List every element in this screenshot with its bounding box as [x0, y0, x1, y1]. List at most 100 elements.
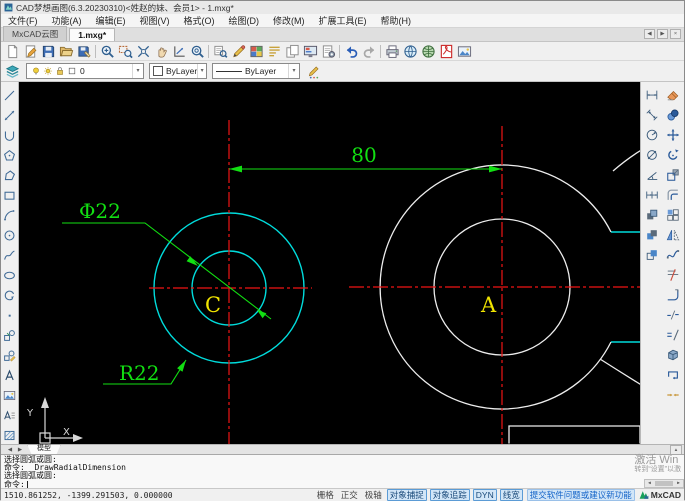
menu-item-5[interactable]: 格式(O): [177, 14, 222, 27]
menu-item-8[interactable]: 扩展工具(E): [312, 14, 374, 27]
color-select[interactable]: ByLayer ▾: [149, 63, 207, 79]
draw-polygon-icon[interactable]: [1, 145, 18, 165]
edit-spline-icon[interactable]: [664, 245, 683, 265]
block-create-icon[interactable]: [1, 345, 18, 365]
status-toggle-5[interactable]: 对象追踪: [429, 489, 470, 501]
status-toggle-2[interactable]: 正交: [339, 490, 360, 500]
open-edit-icon[interactable]: [21, 43, 39, 60]
dim-baseline-icon[interactable]: [642, 225, 661, 245]
image-export-icon[interactable]: [455, 43, 473, 60]
dim-diameter-icon[interactable]: [642, 145, 661, 165]
erase-icon[interactable]: [664, 85, 683, 105]
draw-spline-icon[interactable]: [1, 245, 18, 265]
edit-pline-icon[interactable]: [664, 365, 683, 385]
find-icon[interactable]: [211, 43, 229, 60]
undo-icon[interactable]: [342, 43, 360, 60]
linetype-select[interactable]: ByLayer ▾: [212, 63, 300, 79]
redo-icon[interactable]: [360, 43, 378, 60]
tab-next-button[interactable]: ▶: [657, 29, 668, 39]
draw-ellipse-icon[interactable]: [1, 265, 18, 285]
publish-web-icon[interactable]: [401, 43, 419, 60]
layer-select[interactable]: 0 ▾: [26, 63, 144, 79]
doc-tab-1[interactable]: MxCAD云图: [3, 26, 68, 41]
layout-next-button[interactable]: ▶: [15, 447, 25, 453]
layers-stack-icon[interactable]: [3, 63, 21, 80]
draw-line-icon[interactable]: [1, 85, 18, 105]
draw-xline-icon[interactable]: [1, 105, 18, 125]
doc-settings-icon[interactable]: [319, 43, 337, 60]
draw-settings-icon[interactable]: [305, 63, 323, 80]
zoom-window-icon[interactable]: [116, 43, 134, 60]
draw-hatch-icon[interactable]: [1, 425, 18, 445]
new-file-icon[interactable]: [3, 43, 21, 60]
open-folder-icon[interactable]: [57, 43, 75, 60]
zoom-scale-icon[interactable]: [170, 43, 188, 60]
bulb-icon[interactable]: [30, 65, 41, 77]
extend-icon[interactable]: [664, 285, 683, 305]
dim-linear-icon[interactable]: [642, 85, 661, 105]
array-icon[interactable]: [664, 205, 683, 225]
scroll-up-button[interactable]: ▲: [670, 444, 682, 455]
status-toggle-3[interactable]: 极轴: [363, 490, 384, 500]
draw-mtext-icon[interactable]: [1, 405, 18, 425]
break-icon[interactable]: [664, 305, 683, 325]
dim-angular-icon[interactable]: [642, 165, 661, 185]
chevron-down-icon[interactable]: ▾: [132, 64, 143, 78]
scroll-right-icon[interactable]: ▶: [674, 481, 683, 486]
draw-text-icon[interactable]: [1, 365, 18, 385]
block-insert-icon[interactable]: [1, 325, 18, 345]
mirror-icon[interactable]: [664, 225, 683, 245]
save-icon[interactable]: [39, 43, 57, 60]
join-icon[interactable]: [664, 385, 683, 405]
box-3d-icon[interactable]: [664, 345, 683, 365]
draw-polyline-icon[interactable]: [1, 165, 18, 185]
move-icon[interactable]: [664, 125, 683, 145]
chevron-down-icon[interactable]: ▾: [288, 64, 299, 78]
save-as-icon[interactable]: [75, 43, 93, 60]
color-table-icon[interactable]: [247, 43, 265, 60]
trim-icon[interactable]: [664, 265, 683, 285]
copy-doc-icon[interactable]: [283, 43, 301, 60]
draw-arc-u-icon[interactable]: [1, 125, 18, 145]
tab-prev-button[interactable]: ◀: [644, 29, 655, 39]
draw-point-icon[interactable]: [1, 305, 18, 325]
scroll-left-icon[interactable]: ◀: [645, 481, 654, 486]
menu-item-4[interactable]: 视图(V): [133, 14, 177, 27]
scale-icon[interactable]: [664, 165, 683, 185]
chevron-down-icon[interactable]: ▾: [197, 64, 206, 78]
draw-rect-icon[interactable]: [1, 185, 18, 205]
lock-icon[interactable]: [54, 65, 65, 77]
chamfer-icon[interactable]: [664, 325, 683, 345]
publish-web-2-icon[interactable]: [419, 43, 437, 60]
rotate-icon[interactable]: [664, 145, 683, 165]
menu-item-9[interactable]: 帮助(H): [374, 14, 419, 27]
dim-aligned-icon[interactable]: [642, 105, 661, 125]
draw-revcloud-icon[interactable]: [1, 285, 18, 305]
dim-edit-icon[interactable]: [642, 245, 661, 265]
draw-circle-icon[interactable]: [1, 225, 18, 245]
sun-icon[interactable]: [42, 65, 53, 77]
zoom-extents-icon[interactable]: [134, 43, 152, 60]
zoom-object-icon[interactable]: [188, 43, 206, 60]
offset-icon[interactable]: [664, 185, 683, 205]
draw-arc-icon[interactable]: [1, 205, 18, 225]
doc-tab-2[interactable]: 1.mxg*: [69, 28, 116, 41]
status-toggle-4[interactable]: 对象捕捉: [386, 489, 427, 501]
menu-item-7[interactable]: 修改(M): [266, 14, 312, 27]
pan-hand-icon[interactable]: [152, 43, 170, 60]
tab-close-button[interactable]: ×: [670, 29, 681, 39]
dim-radius-icon[interactable]: [642, 125, 661, 145]
pencil-draw-icon[interactable]: [229, 43, 247, 60]
insert-image-icon[interactable]: [1, 385, 18, 405]
dim-quick-icon[interactable]: [642, 205, 661, 225]
command-window[interactable]: 选择圆弧或圆: 命令: _DrawRadialDimension 选择圆弧或圆: 命…: [1, 454, 684, 489]
zoom-in-icon[interactable]: [98, 43, 116, 60]
status-toggle-7[interactable]: 线宽: [499, 489, 523, 501]
display-settings-icon[interactable]: [301, 43, 319, 60]
layout-prev-button[interactable]: ◀: [5, 447, 15, 453]
swatch-icon[interactable]: [66, 65, 77, 77]
menu-item-6[interactable]: 绘图(D): [222, 14, 267, 27]
copy-icon[interactable]: [664, 105, 683, 125]
drawing-canvas[interactable]: 80 Φ22 R22 C A Y X: [19, 82, 642, 444]
dim-continue-icon[interactable]: [642, 185, 661, 205]
